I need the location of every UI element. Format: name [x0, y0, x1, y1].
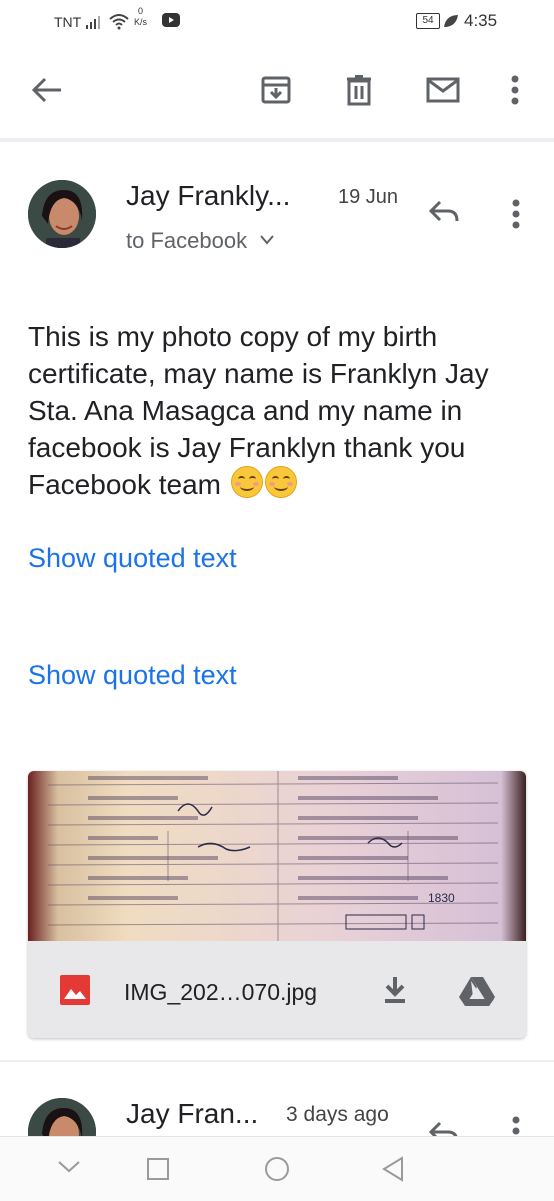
more-vert-icon: [512, 1116, 520, 1135]
save-to-drive-icon[interactable]: [458, 975, 496, 1007]
chevron-down-icon[interactable]: [56, 1159, 82, 1175]
system-nav-bar: [0, 1136, 554, 1201]
clock: 4:35: [464, 11, 498, 30]
status-bar: TNT 0 K/s 54 4:35: [0, 0, 554, 40]
more-options-button[interactable]: [489, 64, 541, 116]
download-icon[interactable]: [382, 975, 408, 1005]
signal-icon: [86, 16, 100, 29]
youtube-notification-icon: [162, 13, 180, 27]
speed-unit: K/s: [134, 17, 148, 27]
smiling-face-emoji-icon: [230, 466, 263, 498]
home-circle-icon[interactable]: [263, 1155, 291, 1183]
battery-indicator: 54: [416, 13, 440, 29]
speed-value: 0: [138, 6, 144, 16]
message-more-button[interactable]: [498, 192, 534, 236]
reply-icon: [428, 200, 459, 222]
sender-name-2: Jay Fran...: [126, 1098, 259, 1129]
back-button[interactable]: [21, 64, 73, 116]
show-quoted-text-link[interactable]: Show quoted text: [28, 543, 237, 574]
document-number: 1830: [428, 891, 455, 905]
image-file-icon: [60, 975, 90, 1005]
mark-unread-icon: [426, 77, 460, 103]
recipient-details[interactable]: to Facebook: [126, 228, 275, 254]
smiling-face-emoji-icon: [264, 466, 297, 498]
delete-icon: [347, 75, 371, 106]
recipient-label: to Facebook: [126, 228, 248, 253]
delete-button[interactable]: [333, 64, 385, 116]
leaf-icon: [444, 15, 458, 27]
wifi-icon: [109, 14, 129, 30]
archive-icon: [261, 76, 291, 104]
show-quoted-text-link-2[interactable]: Show quoted text: [28, 660, 237, 691]
archive-button[interactable]: [250, 64, 302, 116]
carrier-label: TNT: [54, 14, 82, 30]
toolbar: [0, 40, 554, 142]
message-date-2: 3 days ago: [286, 1103, 389, 1126]
sender-avatar[interactable]: [28, 180, 96, 248]
attachment-preview-image[interactable]: 1830: [28, 771, 526, 941]
document-photo: [47, 771, 499, 941]
more-vert-icon: [511, 75, 519, 105]
more-vert-icon: [512, 199, 520, 229]
reply-button[interactable]: [420, 190, 468, 234]
avatar-photo: [28, 180, 96, 248]
recents-square-icon[interactable]: [146, 1157, 170, 1181]
attachment-card[interactable]: 1830 IMG_202…070.jpg: [28, 771, 526, 1038]
mark-unread-button[interactable]: [417, 64, 469, 116]
message-date: 19 Jun: [338, 186, 399, 208]
message-body: This is my photo copy of my birth certif…: [28, 318, 528, 503]
back-triangle-icon[interactable]: [380, 1155, 406, 1183]
network-speed: 0 K/s: [134, 6, 147, 28]
attachment-filename: IMG_202…070.jpg: [124, 979, 318, 1005]
sender-name: Jay Frankly...: [126, 180, 291, 211]
message-more-button-2[interactable]: [508, 1114, 524, 1136]
message-divider: [0, 1060, 554, 1062]
back-arrow-icon: [31, 77, 61, 103]
chevron-down-icon: [260, 235, 274, 245]
